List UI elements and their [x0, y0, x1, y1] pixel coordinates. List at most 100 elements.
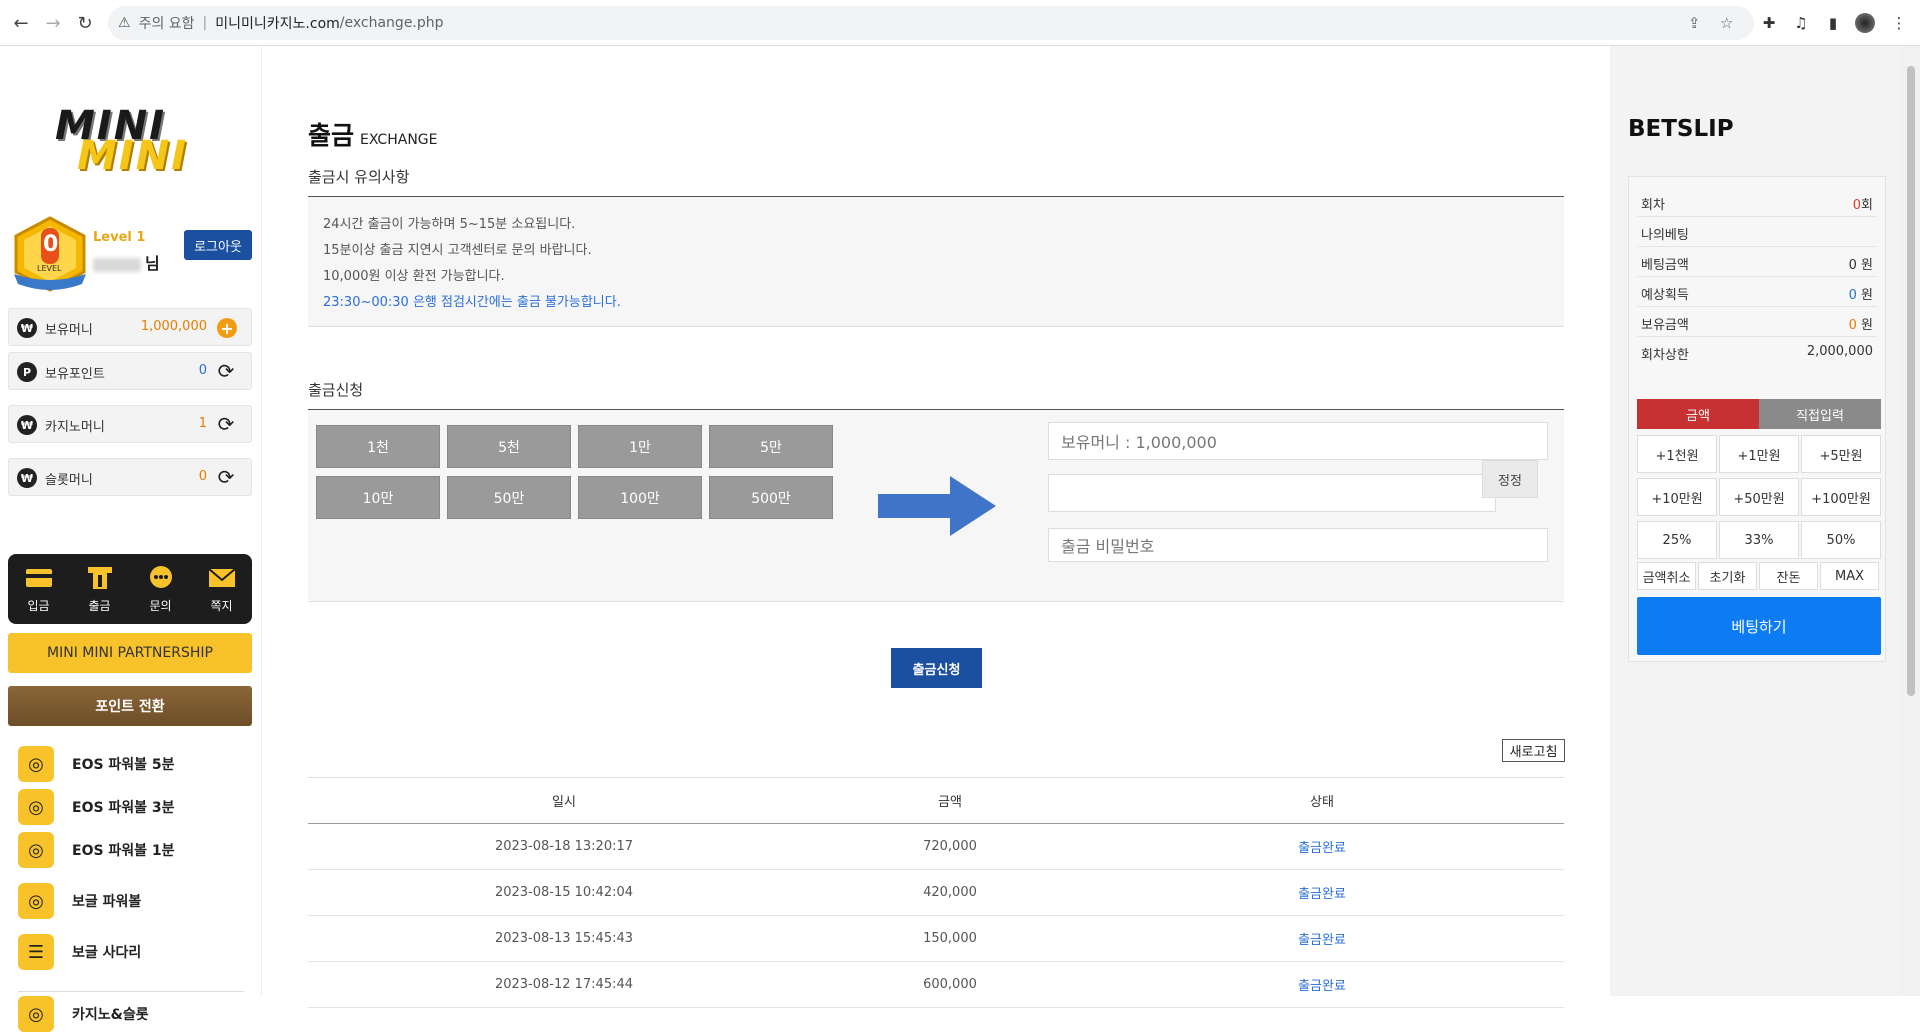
- request-title: 출금신청: [308, 381, 364, 399]
- sidebar: MINI MINI 0 LEVEL Level 1 님 로그아웃 ₩ 보유머니 …: [0, 46, 262, 1032]
- casino-icon: ◎: [18, 996, 54, 1032]
- scrollbar-thumb[interactable]: [1907, 66, 1915, 696]
- refresh-icon[interactable]: ⟳: [215, 465, 237, 489]
- add-money-icon[interactable]: +: [217, 318, 237, 338]
- quick-inquiry[interactable]: 문의: [130, 554, 191, 624]
- page-scrollbar[interactable]: [1902, 46, 1920, 996]
- reset-button[interactable]: 초기화: [1698, 562, 1757, 590]
- quick-message[interactable]: 쪽지: [191, 554, 252, 624]
- amount-button-1m[interactable]: 100만: [578, 476, 702, 519]
- cell-amount: 600,000: [820, 961, 1080, 1008]
- edit-amount-button[interactable]: 정정: [1482, 460, 1538, 498]
- refresh-icon[interactable]: ⟳: [215, 359, 237, 383]
- menu-kebab-icon[interactable]: ⋮: [1888, 12, 1910, 34]
- game-eos-powerball-3[interactable]: ◎ EOS 파워볼 3분: [18, 789, 248, 825]
- amount-button-5m[interactable]: 500만: [709, 476, 833, 519]
- cancel-amount-button[interactable]: 금액취소: [1637, 562, 1696, 590]
- amount-button-1k[interactable]: 1천: [316, 425, 440, 468]
- profile-avatar[interactable]: [1855, 13, 1875, 33]
- game-label: 보글 파워볼: [72, 894, 142, 910]
- game-bogle-powerball[interactable]: ◎ 보글 파워볼: [18, 883, 248, 919]
- won-icon: ₩: [17, 415, 37, 435]
- betslip-row-label: 나의베팅: [1641, 228, 1689, 243]
- sidepanel-icon[interactable]: ▮: [1822, 12, 1844, 34]
- percent-33-button[interactable]: 33%: [1719, 521, 1799, 559]
- warning-icon[interactable]: ⚠: [118, 15, 131, 31]
- point-icon: P: [17, 362, 37, 382]
- bet-amount-unit: 원: [1856, 258, 1873, 273]
- expected-unit: 원: [1856, 288, 1873, 303]
- betslip-row-bet-amount: 베팅금액 0 원: [1637, 247, 1877, 277]
- logout-button[interactable]: 로그아웃: [184, 230, 252, 260]
- extensions-icon[interactable]: ✚: [1758, 12, 1780, 34]
- game-casino-slot[interactable]: ◎ 카지노&슬롯: [18, 996, 248, 1032]
- round-unit: 회: [1861, 198, 1873, 213]
- add-1k-button[interactable]: +1천원: [1637, 435, 1717, 473]
- tab-direct-input[interactable]: 직접입력: [1759, 399, 1881, 429]
- notice-line: 24시간 출금이 가능하며 5~15분 소요됩니다.: [323, 217, 576, 232]
- notice-line: 15분이상 출금 지연시 고객센터로 문의 바랍니다.: [323, 243, 592, 258]
- cell-datetime: 2023-08-15 10:42:04: [308, 869, 820, 916]
- amount-button-500k[interactable]: 50만: [447, 476, 571, 519]
- bookmark-star-icon[interactable]: ☆: [1720, 14, 1733, 32]
- game-label: 카지노&슬롯: [72, 1007, 149, 1023]
- ladder-icon: ☰: [18, 934, 54, 970]
- add-500k-button[interactable]: +50만원: [1719, 478, 1799, 516]
- game-divider: [18, 991, 244, 992]
- security-label[interactable]: 주의 요함: [139, 13, 195, 33]
- add-50k-button[interactable]: +5만원: [1801, 435, 1881, 473]
- page-title-sub: EXCHANGE: [360, 132, 438, 148]
- url-host: 미니미니카지노.com: [215, 16, 340, 32]
- page-title-text: 출금: [308, 121, 355, 150]
- amount-button-5k[interactable]: 5천: [447, 425, 571, 468]
- withdraw-password-input[interactable]: 출금 비밀번호: [1048, 528, 1548, 562]
- game-bogle-ladder[interactable]: ☰ 보글 사다리: [18, 934, 248, 970]
- notice-line-highlight: 23:30~00:30 은행 점검시간에는 출금 불가능합니다.: [323, 295, 621, 310]
- table-row: 2023-08-15 10:42:04 420,000 출금완료: [308, 869, 1564, 916]
- amount-button-100k[interactable]: 10만: [316, 476, 440, 519]
- partnership-button[interactable]: MINI MINI PARTNERSHIP: [8, 633, 252, 673]
- percent-50-button[interactable]: 50%: [1801, 521, 1881, 559]
- share-icon[interactable]: ⇪: [1688, 14, 1701, 32]
- add-100k-button[interactable]: +10만원: [1637, 478, 1717, 516]
- round-count: 0: [1852, 198, 1862, 213]
- address-separator: |: [202, 15, 208, 31]
- col-header-datetime: 일시: [308, 777, 820, 824]
- page-title: 출금 EXCHANGE: [308, 116, 437, 152]
- media-icon[interactable]: ♫: [1790, 12, 1812, 34]
- betslip-row-value: 0 원: [1849, 314, 1873, 333]
- add-10k-button[interactable]: +1만원: [1719, 435, 1799, 473]
- money-row-points: P 보유포인트 0 ⟳: [8, 352, 252, 390]
- withdraw-amount-input[interactable]: [1048, 474, 1496, 512]
- place-bet-button[interactable]: 베팅하기: [1637, 597, 1881, 655]
- cell-amount: 720,000: [820, 823, 1080, 870]
- mail-icon: [207, 565, 236, 591]
- back-icon[interactable]: ←: [10, 12, 32, 34]
- game-eos-powerball-5[interactable]: ◎ EOS 파워볼 5분: [18, 746, 248, 782]
- amount-button-50k[interactable]: 5만: [709, 425, 833, 468]
- betslip-box: 회차 0회 나의베팅 베팅금액 0 원 예상획득 0 원 보유금액 0 원 회차…: [1628, 176, 1886, 662]
- game-eos-powerball-1[interactable]: ◎ EOS 파워볼 1분: [18, 832, 248, 868]
- percent-25-button[interactable]: 25%: [1637, 521, 1717, 559]
- betslip-panel: BETSLIP 회차 0회 나의베팅 베팅금액 0 원 예상획득 0 원 보유금…: [1610, 46, 1902, 996]
- money-row-slot: ₩ 슬롯머니 0 ⟳: [8, 458, 252, 496]
- money-label: 카지노머니: [45, 420, 105, 435]
- betslip-row-label: 회차: [1641, 198, 1665, 213]
- reload-icon[interactable]: ↻: [74, 12, 96, 34]
- withdraw-submit-button[interactable]: 출금신청: [891, 648, 982, 688]
- site-logo[interactable]: MINI MINI: [55, 106, 205, 186]
- amount-button-10k[interactable]: 1만: [578, 425, 702, 468]
- refresh-icon[interactable]: ⟳: [215, 412, 237, 436]
- forward-icon[interactable]: →: [42, 12, 64, 34]
- refresh-button[interactable]: 새로고침: [1502, 739, 1565, 762]
- quick-withdraw[interactable]: 출금: [69, 554, 130, 624]
- max-button[interactable]: MAX: [1820, 562, 1879, 590]
- change-button[interactable]: 잔돈: [1759, 562, 1818, 590]
- point-convert-button[interactable]: 포인트 전환: [8, 686, 252, 726]
- quick-label: 입금: [27, 598, 50, 613]
- add-1m-button[interactable]: +100만원: [1801, 478, 1881, 516]
- address-bar[interactable]: ⚠ 주의 요함 | 미니미니카지노.com /exchange.php ⇪ ☆: [108, 6, 1754, 40]
- quick-deposit[interactable]: 입금: [8, 554, 69, 624]
- notice-line: 10,000원 이상 환전 가능합니다.: [323, 269, 505, 284]
- tab-amount[interactable]: 금액: [1637, 399, 1759, 429]
